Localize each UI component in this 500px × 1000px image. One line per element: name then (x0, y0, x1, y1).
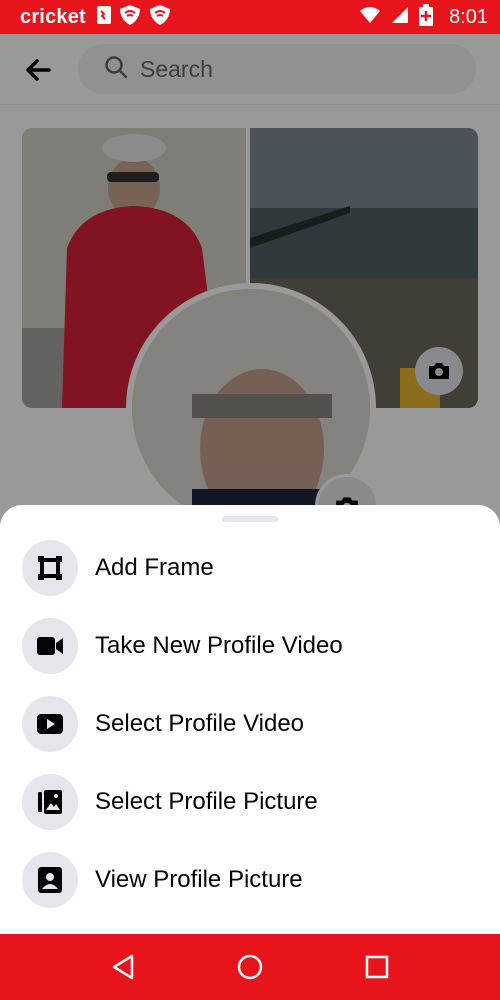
battery-icon (419, 3, 434, 31)
profile-picture-options-sheet: Add Frame Take New Profile Video Select … (0, 505, 500, 935)
take-new-profile-video-option[interactable]: Take New Profile Video (0, 607, 500, 685)
options-menu: Add Frame Take New Profile Video Select … (0, 529, 500, 919)
signal-icon (391, 6, 409, 29)
recents-square-icon[interactable] (357, 947, 397, 987)
home-circle-icon[interactable] (230, 947, 270, 987)
person-portrait-icon (22, 852, 78, 908)
status-bar: cricket 8:01 (0, 0, 500, 34)
select-profile-picture-option[interactable]: Select Profile Picture (0, 763, 500, 841)
sheet-drag-handle[interactable] (222, 516, 278, 522)
add-frame-option[interactable]: Add Frame (0, 529, 500, 607)
phone-icon (96, 5, 112, 30)
clock: 8:01 (449, 5, 488, 28)
back-triangle-icon[interactable] (103, 947, 143, 987)
menu-item-label: View Profile Picture (95, 866, 303, 893)
play-icon (22, 696, 78, 752)
frame-icon (22, 540, 78, 596)
menu-item-label: Select Profile Video (95, 710, 305, 737)
view-profile-picture-option[interactable]: View Profile Picture (0, 841, 500, 919)
shield-wifi-icon (148, 4, 172, 31)
video-camera-icon (22, 618, 78, 674)
menu-item-label: Take New Profile Video (95, 632, 343, 659)
carrier-name: cricket (20, 5, 86, 28)
select-profile-video-option[interactable]: Select Profile Video (0, 685, 500, 763)
menu-item-label: Add Frame (95, 554, 214, 581)
photo-album-icon (22, 774, 78, 830)
menu-item-label: Select Profile Picture (95, 788, 318, 815)
system-nav-bar (0, 934, 500, 1000)
wifi-icon (359, 6, 381, 29)
shield-wifi-icon (118, 4, 142, 31)
